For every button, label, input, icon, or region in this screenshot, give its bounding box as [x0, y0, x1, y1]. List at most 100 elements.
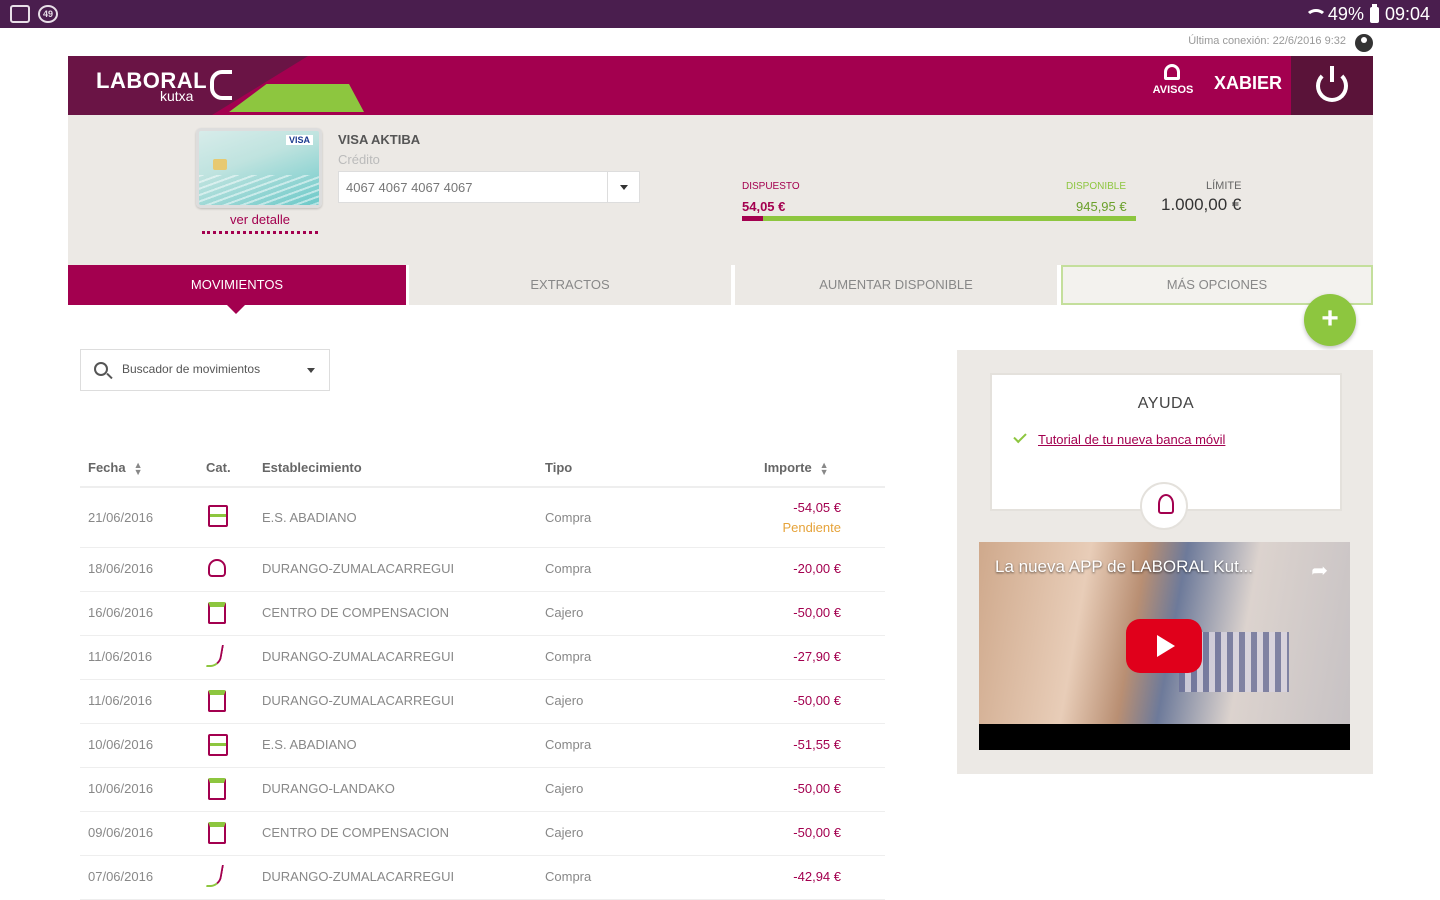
- sync-notification-icon: 49: [38, 5, 58, 23]
- card-number-value: 4067 4067 4067 4067: [346, 180, 473, 195]
- row-type: Compra: [545, 510, 592, 525]
- sort-icon[interactable]: ▲ ▼: [134, 460, 143, 476]
- limit-value: 1.000,00 €: [1161, 195, 1242, 214]
- user-profile-icon[interactable]: [1355, 34, 1373, 52]
- movements-table-header: Fecha ▲ ▼ Cat. Establecimiento Tipo Import…: [80, 450, 885, 488]
- available-value: 945,95 €: [1076, 199, 1127, 214]
- clock: 09:04: [1384, 4, 1430, 24]
- logo-sub-text: kutxa: [160, 88, 194, 104]
- table-row[interactable]: 07/06/2016 DURANGO-ZUMALACARREGUI Compra…: [80, 856, 885, 900]
- row-date: 18/06/2016: [88, 561, 154, 576]
- purchase-category-icon: [206, 645, 224, 667]
- video-title: La nueva APP de LABORAL Kut...: [995, 557, 1254, 576]
- tab-extractos[interactable]: EXTRACTOS: [409, 265, 731, 305]
- help-title: AYUDA: [1137, 395, 1195, 412]
- row-place: E.S. ABADIANO: [262, 510, 357, 525]
- row-amount: -50,00 €: [793, 781, 841, 796]
- available-label: DISPONIBLE: [1066, 181, 1127, 192]
- table-row[interactable]: 09/06/2016 CENTRO DE COMPENSACION Cajero…: [80, 812, 885, 856]
- row-date: 11/06/2016: [88, 693, 153, 708]
- row-amount: -51,55 €: [793, 737, 841, 752]
- table-row[interactable]: 18/06/2016 DURANGO-ZUMALACARREGUI Compra…: [80, 548, 885, 592]
- table-row[interactable]: 11/06/2016 DURANGO-ZUMALACARREGUI Cajero…: [80, 680, 885, 724]
- help-panel: AYUDA Tutorial de tu nueva banca móvil L…: [957, 350, 1373, 774]
- sort-icon[interactable]: ▲ ▼: [820, 460, 829, 476]
- row-type: Cajero: [545, 693, 584, 708]
- row-place: CENTRO DE COMPENSACION: [262, 605, 450, 620]
- atm-category-icon: [208, 602, 226, 624]
- logo-mark-icon: [210, 70, 232, 100]
- tab-movimientos[interactable]: MOVIMIENTOS: [68, 265, 406, 314]
- video-player[interactable]: La nueva APP de LABORAL Kut... ➦: [979, 542, 1350, 750]
- card-summary-panel: VISA ver detalle VISA AKTIBA Crédito 406…: [68, 115, 1373, 265]
- android-status-bar: 49 49% 09:04: [0, 0, 1440, 28]
- row-type: Cajero: [545, 781, 584, 796]
- shopping-category-icon: [208, 559, 226, 577]
- row-amount: -20,00 €: [793, 561, 841, 576]
- card-chip-icon: [213, 159, 227, 170]
- check-icon: [1013, 429, 1027, 444]
- row-place: DURANGO-LANDAKO: [262, 781, 395, 796]
- col-date[interactable]: Fecha ▲ ▼: [88, 460, 143, 476]
- atm-category-icon: [208, 822, 226, 844]
- col-amount[interactable]: Importe ▲ ▼: [764, 460, 829, 476]
- play-button[interactable]: [1126, 619, 1202, 673]
- row-place: DURANGO-ZUMALACARREGUI: [262, 693, 455, 708]
- power-icon: [1316, 66, 1348, 102]
- app-header: LABORAL kutxa AVISOS XABIER: [68, 56, 1373, 115]
- col-type: Tipo: [545, 460, 573, 475]
- row-amount: -50,00 €: [793, 825, 841, 840]
- row-date: 10/06/2016: [88, 781, 154, 796]
- row-amount: -42,94 €: [793, 869, 841, 884]
- col-date-label: Fecha: [88, 460, 126, 475]
- row-date: 07/06/2016: [88, 869, 154, 884]
- row-type: Compra: [545, 561, 592, 576]
- row-amount: -50,00 €: [793, 605, 841, 620]
- limit-label: LÍMITE: [1206, 180, 1242, 192]
- table-row[interactable]: 11/06/2016 DURANGO-ZUMALACARREGUI Compra…: [80, 636, 885, 680]
- row-place: E.S. ABADIANO: [262, 737, 357, 752]
- wifi-icon: [1304, 7, 1327, 23]
- share-icon[interactable]: ➦: [1311, 558, 1328, 583]
- table-row[interactable]: 10/06/2016 DURANGO-LANDAKO Cajero -50,00…: [80, 768, 885, 812]
- row-place: CENTRO DE COMPENSACION: [262, 825, 450, 840]
- tab-aumentar-disponible[interactable]: AUMENTAR DISPONIBLE: [735, 265, 1057, 305]
- row-date: 21/06/2016: [88, 510, 154, 525]
- row-status: Pendiente: [782, 520, 841, 535]
- alerts-button[interactable]: AVISOS: [1153, 64, 1193, 104]
- row-type: Cajero: [545, 605, 584, 620]
- row-amount: -50,00 €: [793, 693, 841, 708]
- purchase-category-icon: [206, 865, 224, 887]
- credit-usage-bar: [742, 216, 1136, 221]
- user-name[interactable]: XABIER: [1214, 73, 1282, 94]
- search-label: Buscador de movimientos: [122, 362, 261, 376]
- add-button[interactable]: +: [1304, 294, 1356, 346]
- battery-percent: 49%: [1327, 4, 1364, 24]
- row-place: DURANGO-ZUMALACARREGUI: [262, 649, 455, 664]
- last-connection-text: Última conexión: 22/6/2016 9:32: [1188, 35, 1346, 47]
- tutorial-link[interactable]: Tutorial de tu nueva banca móvil: [1038, 432, 1225, 447]
- card-number-select[interactable]: 4067 4067 4067 4067: [338, 171, 640, 203]
- chevron-down-icon[interactable]: [607, 172, 639, 202]
- card-type: Crédito: [338, 152, 380, 167]
- fuel-category-icon: [208, 505, 228, 527]
- card-pattern: [199, 175, 319, 205]
- atm-category-icon: [208, 778, 226, 800]
- card-name: VISA AKTIBA: [338, 132, 421, 147]
- movements-search-dropdown[interactable]: Buscador de movimientos: [80, 349, 330, 391]
- row-place: DURANGO-ZUMALACARREGUI: [262, 561, 455, 576]
- row-date: 09/06/2016: [88, 825, 154, 840]
- table-row[interactable]: 10/06/2016 E.S. ABADIANO Compra -51,55 €: [80, 724, 885, 768]
- col-place: Establecimiento: [262, 460, 362, 475]
- credit-used-fill: [742, 216, 764, 221]
- fuel-category-icon: [208, 734, 228, 756]
- battery-icon: [1369, 3, 1379, 23]
- logout-button[interactable]: [1291, 56, 1373, 115]
- chevron-down-icon: [307, 368, 315, 377]
- card-detail-link[interactable]: ver detalle: [202, 212, 318, 234]
- row-date: 16/06/2016: [88, 605, 154, 620]
- table-row[interactable]: 16/06/2016 CENTRO DE COMPENSACION Cajero…: [80, 592, 885, 636]
- table-row[interactable]: 21/06/2016 E.S. ABADIANO Compra -54,05 €…: [80, 489, 885, 548]
- row-amount: -27,90 €: [793, 649, 841, 664]
- card-image[interactable]: VISA: [196, 128, 322, 208]
